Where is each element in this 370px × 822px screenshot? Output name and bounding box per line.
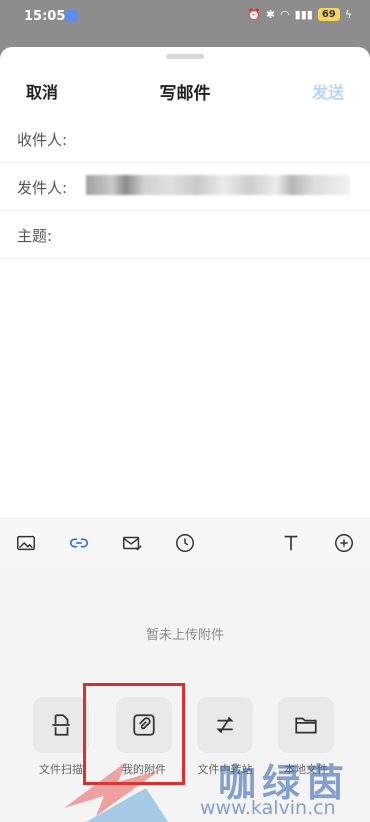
text-format-icon[interactable] bbox=[279, 531, 303, 555]
sender-address-redacted bbox=[86, 175, 350, 195]
link-icon[interactable] bbox=[67, 531, 91, 555]
to-field[interactable]: 收件人: bbox=[0, 114, 370, 163]
signal-icon: ▮▮▮ bbox=[294, 8, 313, 21]
to-label: 收件人: bbox=[17, 131, 68, 149]
subject-label: 主题: bbox=[17, 227, 53, 245]
scan-icon bbox=[52, 714, 70, 736]
compose-header: 写邮件 取消 发送 bbox=[0, 69, 370, 109]
clock-icon[interactable] bbox=[173, 531, 197, 555]
file-transfer-button[interactable]: 文件中转站 bbox=[185, 697, 265, 777]
status-bar: 15:05 ⏰ ✱ ◠ ▮▮▮ 69 ϟ bbox=[0, 0, 370, 34]
send-button[interactable]: 发送 bbox=[312, 79, 344, 103]
folder-icon bbox=[295, 717, 317, 734]
highlight-box bbox=[83, 683, 185, 785]
mail-check-icon[interactable] bbox=[120, 531, 144, 555]
plus-circle-icon[interactable] bbox=[332, 531, 356, 555]
local-files-label: 本地文件 bbox=[284, 763, 328, 776]
from-label: 发件人: bbox=[17, 179, 68, 197]
compose-toolbar bbox=[0, 518, 370, 568]
image-icon[interactable] bbox=[14, 531, 38, 555]
status-time: 15:05 bbox=[24, 9, 66, 24]
local-files-button[interactable]: 本地文件 bbox=[266, 697, 346, 777]
empty-attachments-text: 暂未上传附件 bbox=[145, 628, 224, 643]
notification-icon bbox=[66, 10, 78, 22]
alarm-icon: ⏰ bbox=[247, 8, 261, 21]
transfer-icon bbox=[216, 716, 234, 734]
charging-icon: ϟ bbox=[344, 8, 352, 21]
cancel-button[interactable]: 取消 bbox=[26, 79, 58, 103]
compose-sheet: 写邮件 取消 发送 收件人: 发件人: 主题: 暂未上传附件 文件扫描 我的附件… bbox=[0, 47, 370, 822]
file-transfer-label: 文件中转站 bbox=[197, 763, 253, 776]
status-icons: ⏰ ✱ ◠ ▮▮▮ 69 ϟ bbox=[247, 8, 352, 21]
attachment-panel: 暂未上传附件 文件扫描 我的附件 文件中转站 本地文件 bbox=[0, 567, 370, 822]
wifi-icon: ◠ bbox=[280, 8, 290, 21]
from-field[interactable]: 发件人: bbox=[0, 162, 370, 211]
battery-icon: 69 bbox=[317, 8, 340, 21]
drag-handle[interactable] bbox=[166, 54, 204, 59]
subject-field[interactable]: 主题: bbox=[0, 210, 370, 259]
bluetooth-icon: ✱ bbox=[265, 8, 276, 21]
